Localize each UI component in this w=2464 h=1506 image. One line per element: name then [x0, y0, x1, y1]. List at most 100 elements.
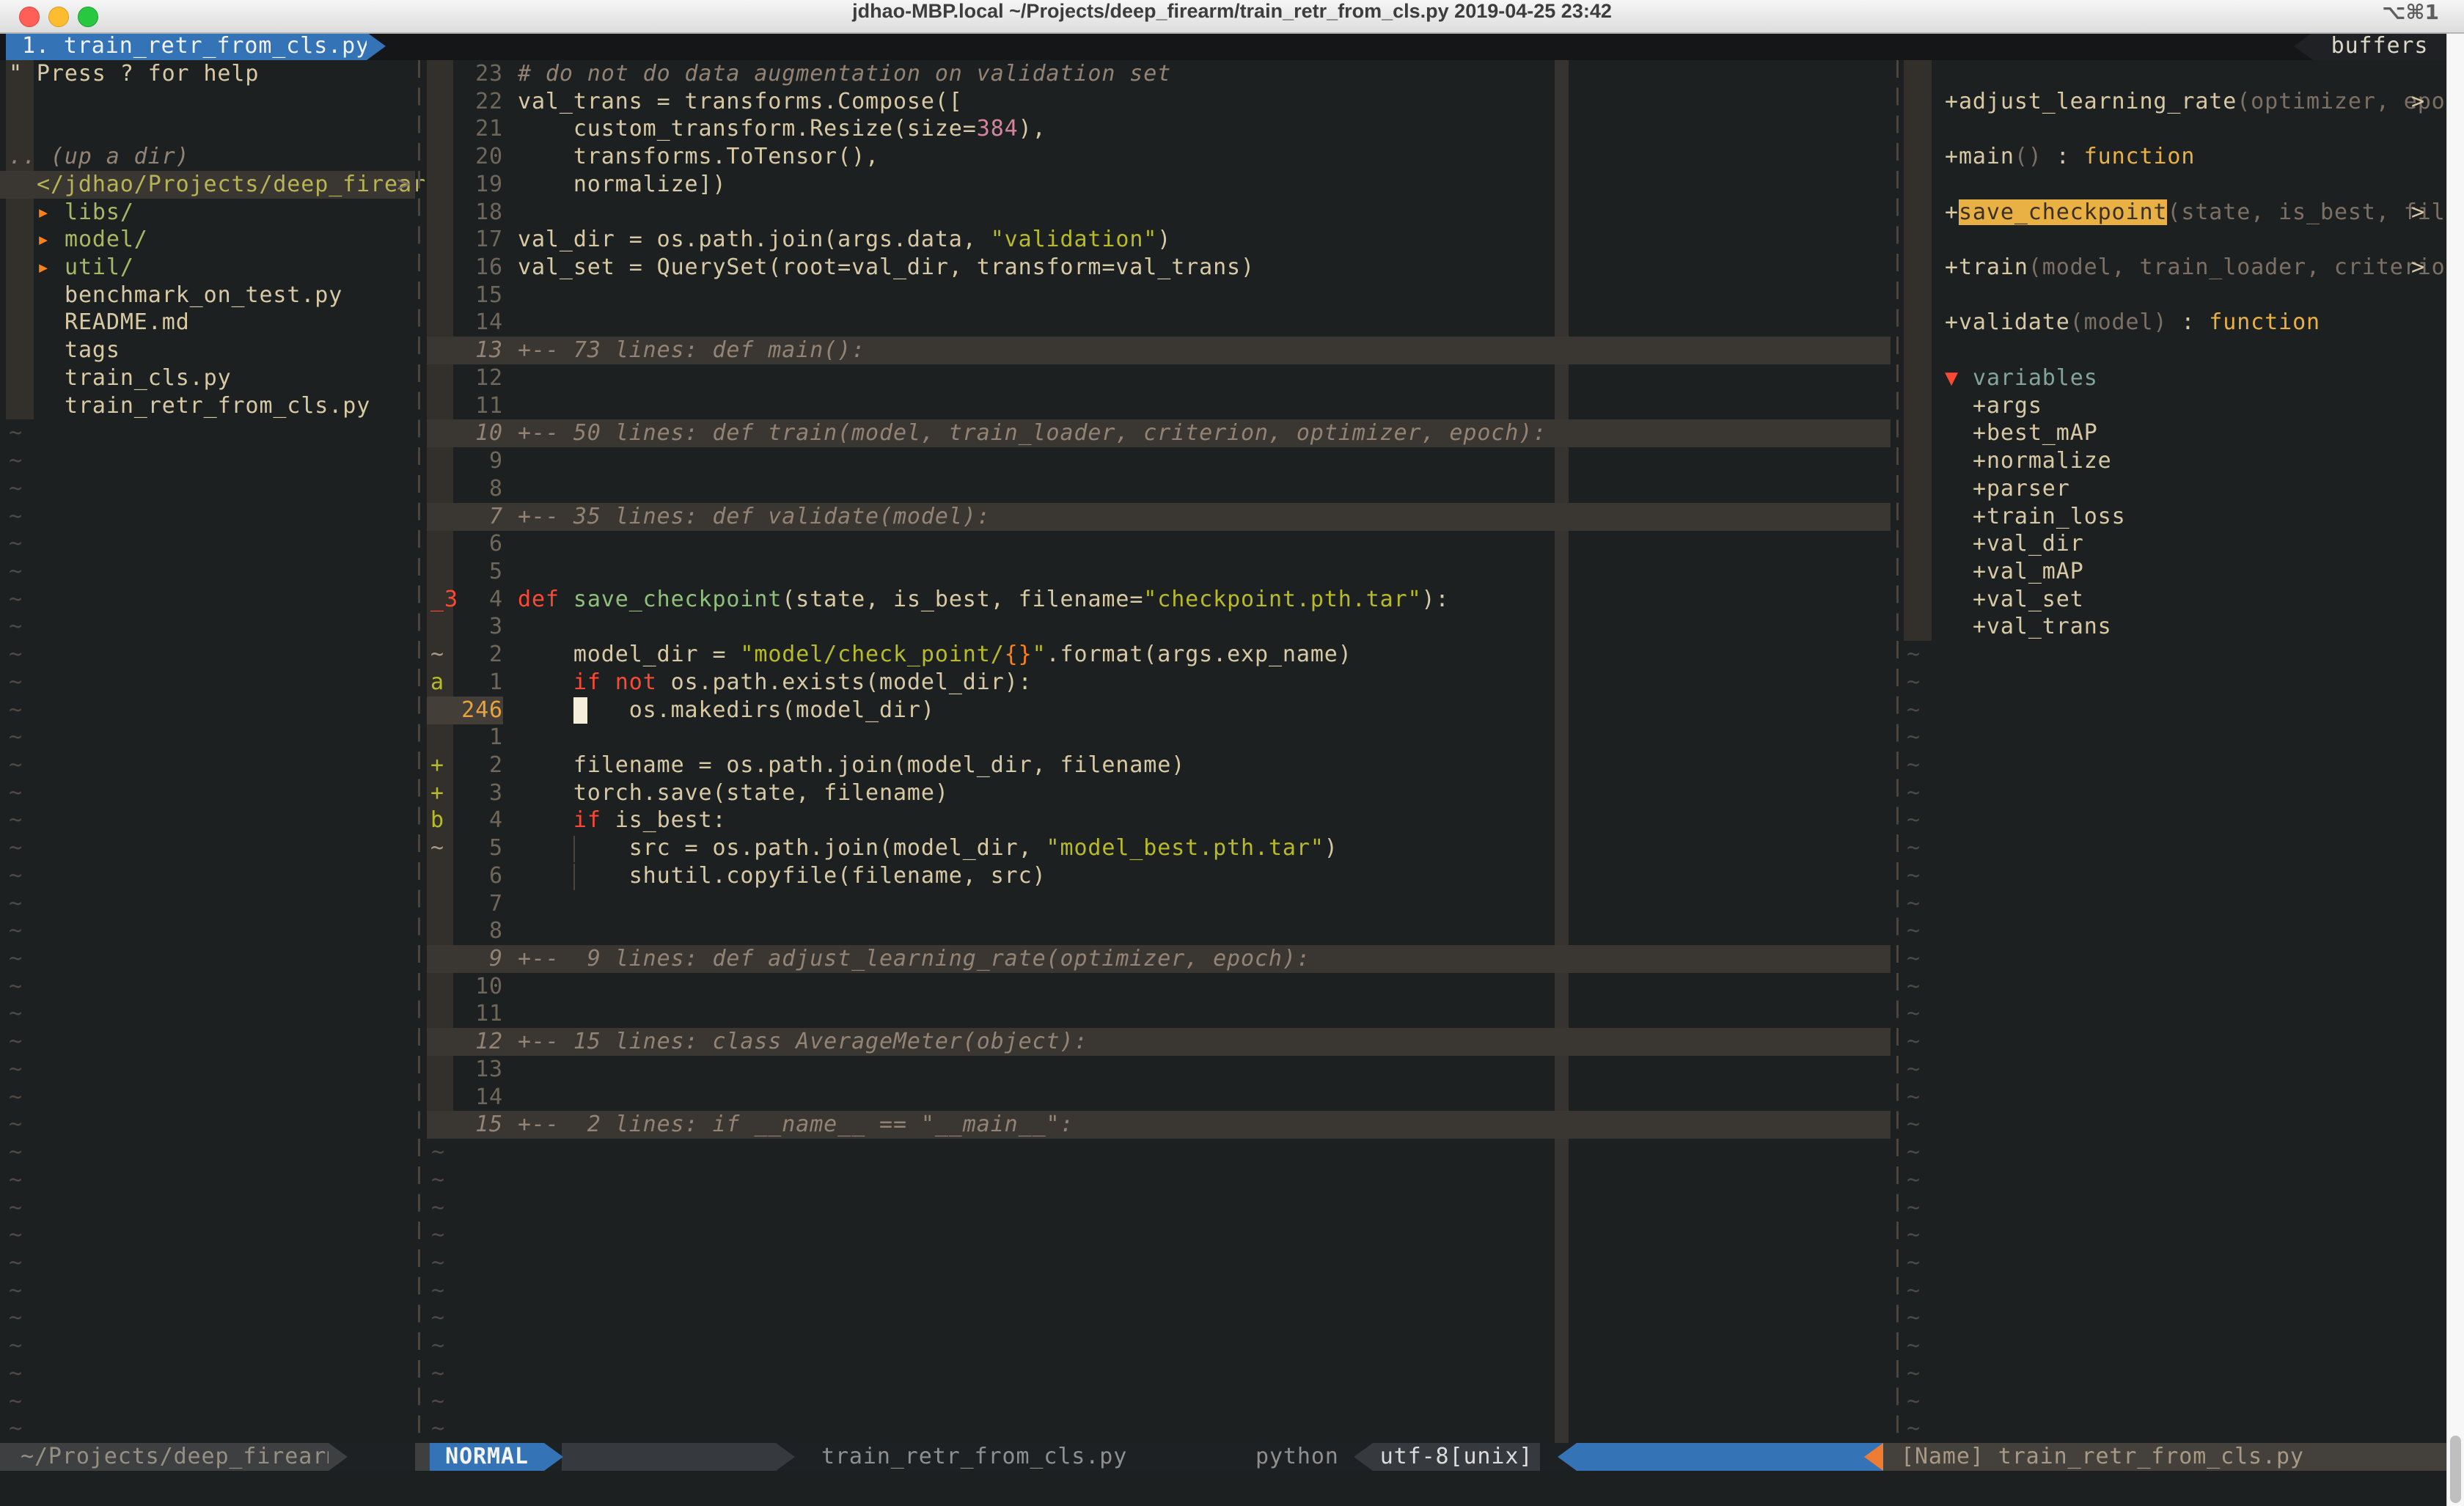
editor-line[interactable]: 11	[427, 1000, 1891, 1028]
pwd-arrow-separator	[329, 1443, 348, 1471]
editor-line[interactable]: 4b if is_best:	[427, 807, 1891, 834]
tagbar-tag-adjust_learning_rate[interactable]: +adjust_learning_rate(optimizer, epo>	[1904, 88, 2446, 116]
tagbar-blank	[1904, 282, 2446, 309]
editor-line[interactable]: 5	[427, 558, 1891, 586]
position-arrow-separator	[1558, 1443, 1577, 1471]
code-segment: (state, is_best, filename=	[782, 587, 1143, 612]
editor-window: 23# do not do data augmentation on valid…	[427, 60, 1891, 1443]
nerdtree-item-train_retr_from_cls.py[interactable]: train_retr_from_cls.py	[0, 392, 415, 420]
tagbar-var-val_set[interactable]: +val_set	[1904, 586, 2446, 614]
editor-line[interactable]: 6	[427, 530, 1891, 558]
editor-line[interactable]: 5~ src = os.path.join(model_dir, "model_…	[427, 834, 1891, 862]
tagbar-tag-main[interactable]: +main() : function	[1904, 143, 2446, 171]
tagbar-var-args[interactable]: +args	[1904, 392, 2446, 420]
editor-line[interactable]: 8	[427, 917, 1891, 945]
tagbar-var-val_trans[interactable]: +val_trans	[1904, 613, 2446, 641]
line-number: 10	[447, 419, 503, 447]
nerdtree-item-README.md[interactable]: README.md	[0, 309, 415, 337]
editor-line[interactable]: 23# do not do data augmentation on valid…	[427, 60, 1891, 88]
tagbar-kind[interactable]: ▼variables	[1904, 364, 2446, 392]
nerdtree-empty-line: ~	[0, 558, 415, 586]
editor-line[interactable]: 12	[427, 364, 1891, 392]
editor-line[interactable]: 9	[427, 447, 1891, 475]
statusline: ~/Projects/deep_firearm NORMAL +8 ~3 -3 …	[0, 1443, 2446, 1471]
encoding-arrow-separator	[1354, 1443, 1373, 1471]
editor-line[interactable]: 22val_trans = transforms.Compose([	[427, 88, 1891, 116]
editor-line[interactable]: 6 shutil.copyfile(filename, src)	[427, 862, 1891, 890]
var-name: +val_dir	[1973, 531, 2084, 557]
editor-line[interactable]: 17val_dir = os.path.join(args.data, "val…	[427, 226, 1891, 254]
nerdtree-updir[interactable]: .. (up a dir)	[0, 143, 415, 171]
editor-line[interactable]: 14	[427, 1084, 1891, 1112]
code-segment: filename = os.path.join(model_dir, filen…	[518, 752, 1185, 778]
editor-line[interactable]: 3+ torch.save(state, filename)	[427, 779, 1891, 807]
editor-line[interactable]: 4_3def save_checkpoint(state, is_best, f…	[427, 586, 1891, 614]
tagbar-tag-validate[interactable]: +validate(model) : function	[1904, 309, 2446, 337]
code-segment: def	[518, 587, 573, 612]
editor-line[interactable]: 20 transforms.ToTensor(),	[427, 143, 1891, 171]
editor-line[interactable]: 3	[427, 613, 1891, 641]
folded-line[interactable]: 10+-- 50 lines: def train(model, train_l…	[427, 419, 1891, 447]
nerdtree-empty-line: ~	[0, 419, 415, 447]
nerdtree-empty-line: ~	[0, 1249, 415, 1277]
folder-name: libs/	[65, 199, 134, 227]
line-number: 2	[447, 752, 503, 779]
code-segment: .format(args.exp_name)	[1046, 642, 1352, 667]
editor-line[interactable]: 2~ model_dir = "model/check_point/{}".fo…	[427, 641, 1891, 669]
editor-line[interactable]: 18	[427, 199, 1891, 227]
end-of-buffer-tilde: ~	[9, 613, 23, 641]
nerdtree-item-train_cls.py[interactable]: train_cls.py	[0, 364, 415, 392]
scrollbar-track[interactable]	[2446, 32, 2464, 1506]
editor-line[interactable]: 2+ filename = os.path.join(model_dir, fi…	[427, 752, 1891, 779]
nerdtree-item-util/[interactable]: ▸util/	[0, 254, 415, 282]
editor-line[interactable]: 246 os.makedirs(model_dir)	[427, 697, 1891, 724]
tagbar-tag-train[interactable]: +train(model, train_loader, criterio>	[1904, 254, 2446, 282]
tagbar-empty-line: ~	[1904, 890, 2446, 918]
nerdtree-item-libs/[interactable]: ▸libs/	[0, 199, 415, 227]
tagbar-empty-line: ~	[1904, 1249, 2446, 1277]
tag-sep: :	[2167, 309, 2209, 335]
folded-line[interactable]: 13+-- 73 lines: def main():	[427, 337, 1891, 364]
tagbar-var-best_mAP[interactable]: +best_mAP	[1904, 419, 2446, 447]
editor-line[interactable]: 21 custom_transform.Resize(size=384),	[427, 115, 1891, 143]
folded-line[interactable]: 7+-- 35 lines: def validate(model):	[427, 503, 1891, 531]
tagbar-var-train_loss[interactable]: +train_loss	[1904, 503, 2446, 531]
line-number: 15	[447, 282, 503, 309]
editor-line[interactable]: 11	[427, 392, 1891, 420]
window-separator-right[interactable]	[1896, 60, 1899, 1443]
nerdtree-window: " Press ? for help.. (up a dir)</jdhao/P…	[0, 60, 415, 1443]
nerdtree-item-benchmark_on_test.py[interactable]: benchmark_on_test.py	[0, 282, 415, 309]
editor-line[interactable]: 10	[427, 973, 1891, 1001]
line-number: 16	[447, 254, 503, 282]
tagbar-var-val_dir[interactable]: +val_dir	[1904, 530, 2446, 558]
command-line[interactable]	[0, 1471, 2446, 1506]
end-of-buffer-tilde: ~	[9, 1277, 23, 1305]
end-of-buffer-tilde: ~	[1907, 1222, 1921, 1249]
editor-line[interactable]: 7	[427, 890, 1891, 918]
tagbar-var-normalize[interactable]: +normalize	[1904, 447, 2446, 475]
tagbar-var-val_mAP[interactable]: +val_mAP	[1904, 558, 2446, 586]
editor-line[interactable]: 8	[427, 475, 1891, 503]
folded-line[interactable]: 15+-- 2 lines: if __name__ == "__main__"…	[427, 1111, 1891, 1139]
editor-line[interactable]: 19 normalize])	[427, 171, 1891, 199]
editor-line[interactable]: 1	[427, 724, 1891, 752]
editor-line[interactable]: 14	[427, 309, 1891, 337]
window-separator-left[interactable]	[418, 60, 420, 1443]
buffers-label[interactable]: buffers	[2313, 32, 2446, 60]
editor-line[interactable]: 15	[427, 282, 1891, 309]
tagbar-var-parser[interactable]: +parser	[1904, 475, 2446, 503]
folded-line[interactable]: 9+-- 9 lines: def adjust_learning_rate(o…	[427, 945, 1891, 973]
editor-line[interactable]: 13	[427, 1056, 1891, 1084]
folder-name: util/	[65, 254, 134, 282]
end-of-buffer-tilde: ~	[431, 1415, 445, 1443]
nerdtree-root[interactable]: </jdhao/Projects/deep_firear>	[0, 171, 415, 199]
line-number: 11	[447, 392, 503, 420]
editor-line[interactable]: 16val_set = QuerySet(root=val_dir, trans…	[427, 254, 1891, 282]
nerdtree-item-model/[interactable]: ▸model/	[0, 226, 415, 254]
nerdtree-item-tags[interactable]: tags	[0, 337, 415, 364]
scrollbar-thumb[interactable]	[2450, 1436, 2461, 1503]
tagbar-tag-save_checkpoint[interactable]: +save_checkpoint(state, is_best, fil>	[1904, 199, 2446, 227]
editor-line[interactable]: 1a if not os.path.exists(model_dir):	[427, 669, 1891, 697]
folded-line[interactable]: 12+-- 15 lines: class AverageMeter(objec…	[427, 1028, 1891, 1056]
tab-train-retr-from-cls[interactable]: 1. train_retr_from_cls.py	[6, 32, 367, 60]
